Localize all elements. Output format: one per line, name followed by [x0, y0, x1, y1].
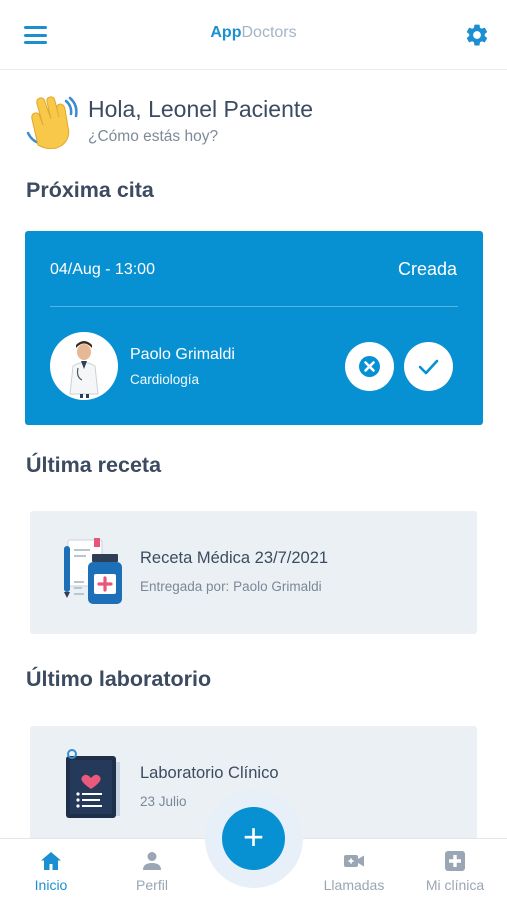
medical-cross-icon — [445, 851, 465, 871]
app-brand: AppDoctors — [0, 24, 507, 42]
divider — [50, 306, 458, 307]
nav-label-mi-clinica: Mi clínica — [425, 877, 485, 893]
doctor-specialty: Cardiología — [130, 372, 200, 387]
next-appointment-card[interactable]: 04/Aug - 13:00 Creada Paolo Grimaldi Car… — [25, 231, 483, 425]
nav-item-inicio[interactable]: Inicio — [6, 839, 96, 900]
waving-hand-icon — [26, 96, 78, 149]
lab-title: Laboratorio Clínico — [140, 764, 279, 782]
check-icon — [418, 359, 439, 375]
nav-label-inicio: Inicio — [34, 877, 68, 893]
nav-label-perfil: Perfil — [136, 877, 168, 893]
doctor-avatar — [50, 332, 118, 400]
prescription-subtitle: Entregada por: Paolo Grimaldi — [140, 579, 322, 594]
user-icon — [143, 852, 161, 870]
greeting-block: Hola, Leonel Paciente ¿Cómo estás hoy? — [24, 93, 484, 153]
cancel-appointment-button[interactable] — [345, 342, 394, 391]
greeting-subtitle: ¿Cómo estás hoy? — [88, 128, 219, 145]
doctor-name: Paolo Grimaldi — [130, 346, 235, 363]
gear-icon[interactable] — [464, 22, 490, 48]
greeting-title: Hola, Leonel Paciente — [88, 96, 314, 122]
home-icon — [41, 852, 61, 870]
appointment-date: 04/Aug - 13:00 — [50, 261, 155, 278]
confirm-appointment-button[interactable] — [404, 342, 453, 391]
clipboard-heart-icon — [66, 749, 120, 818]
add-button[interactable]: + — [222, 807, 285, 870]
nav-item-mi-clinica[interactable]: Mi clínica — [410, 839, 500, 900]
next-appointment-heading: Próxima cita — [26, 178, 154, 202]
prescription-title: Receta Médica 23/7/2021 — [140, 549, 329, 567]
brand-primary: App — [210, 24, 242, 41]
nav-label-llamadas: Llamadas — [323, 877, 385, 893]
last-prescription-card[interactable]: Receta Médica 23/7/2021 Entregada por: P… — [30, 511, 477, 634]
doctor-illustration-icon — [69, 341, 99, 398]
nav-item-llamadas[interactable]: Llamadas — [309, 839, 399, 900]
prescription-icon — [64, 538, 122, 604]
video-camera-icon — [344, 855, 364, 867]
last-prescription-heading: Última receta — [26, 453, 162, 477]
last-lab-heading: Último laboratorio — [26, 667, 212, 691]
appointment-status: Creada — [397, 259, 457, 279]
top-bar: AppDoctors — [0, 0, 507, 70]
lab-subtitle: 23 Julio — [140, 794, 187, 809]
nav-item-perfil[interactable]: Perfil — [107, 839, 197, 900]
close-circle-icon — [359, 356, 380, 377]
brand-secondary: Doctors — [241, 24, 297, 41]
